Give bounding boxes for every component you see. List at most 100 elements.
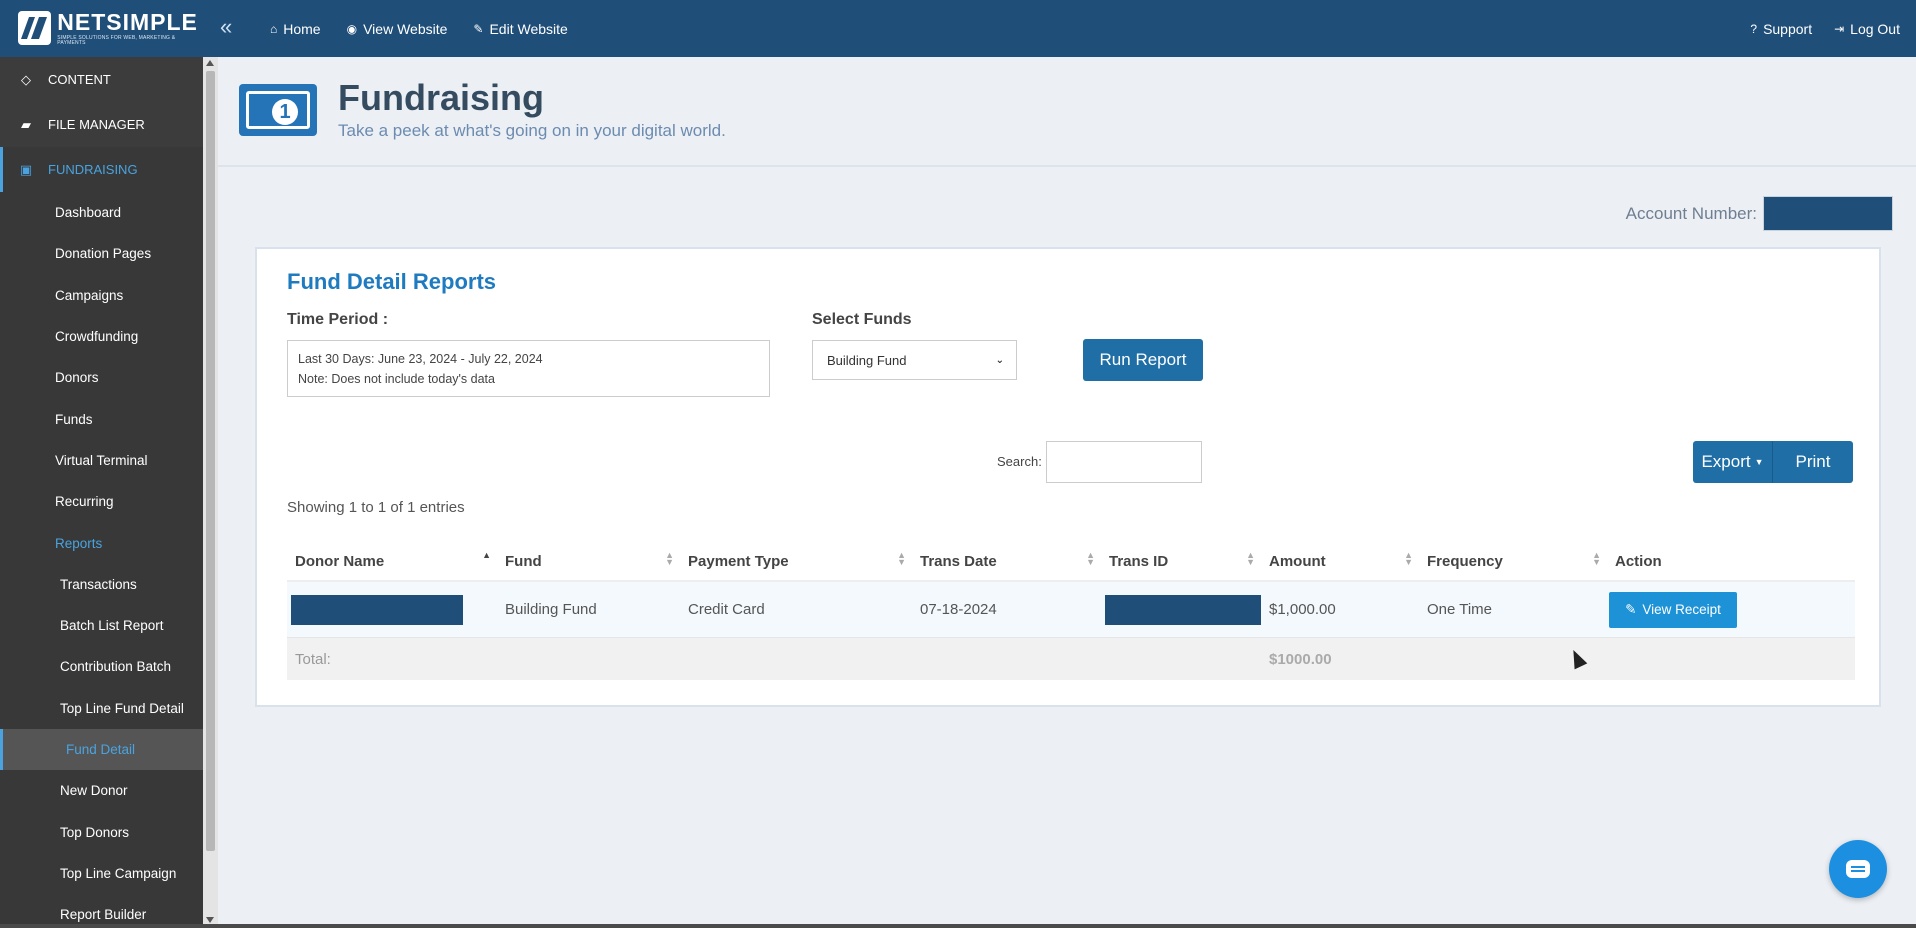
column-fund[interactable]: Fund ▲ ▼ — [497, 542, 680, 580]
money-icon: ▣ — [19, 161, 33, 177]
sidebar-item-reports[interactable]: Reports — [0, 522, 203, 563]
account-number-label: Account Number: — [1625, 203, 1757, 223]
sidebar-item-top-donors[interactable]: Top Donors — [0, 811, 203, 852]
chat-widget-button[interactable] — [1829, 840, 1887, 898]
sidebar-item-virtual-terminal[interactable]: Virtual Terminal — [0, 440, 203, 481]
brand-tagline: SIMPLE SOLUTIONS FOR WEB, MARKETING & PA… — [57, 34, 176, 46]
account-number-redacted — [1763, 196, 1893, 231]
edit-icon: ✎ — [473, 21, 484, 36]
time-period-label: Time Period : — [287, 311, 389, 328]
money-bill-icon: 1 — [239, 84, 317, 136]
chevron-down-icon: ⌄ — [995, 354, 1004, 366]
fund-detail-table: Donor Name ▲ Fund ▲ ▼ Payment Type ▲ ▼ Trans … — [287, 542, 1855, 680]
sidebar-item-campaigns[interactable]: Campaigns — [0, 275, 203, 316]
bottom-edge — [0, 924, 1916, 928]
brand-name: NETSIMPLE — [57, 8, 198, 35]
sidebar-item-top-line-fund-detail[interactable]: Top Line Fund Detail — [0, 688, 203, 729]
view-receipt-button[interactable]: ✎ View Receipt — [1609, 591, 1737, 628]
logo-mark — [18, 11, 52, 45]
donor-name-cell — [287, 594, 497, 625]
view-receipt-label: View Receipt — [1642, 602, 1721, 617]
support-link[interactable]: ? Support — [1750, 21, 1812, 37]
page-subtitle: Take a peek at what's going on in your d… — [338, 121, 726, 140]
payment-type-cell: Credit Card — [688, 601, 765, 618]
sort-asc-icon: ▲ — [482, 550, 491, 560]
total-amount: $1000.00 — [1269, 650, 1332, 668]
report-card: Fund Detail Reports Time Period : Last 3… — [255, 247, 1881, 707]
sidebar-scrollbar[interactable] — [203, 57, 218, 928]
account-number: Account Number: — [1626, 196, 1893, 231]
time-period-range: Last 30 Days: June 23, 2024 - July 22, 2… — [298, 352, 543, 366]
sidebar-section-file-manager[interactable]: ▰ FILE MANAGER — [0, 102, 203, 147]
sidebar-item-dashboard[interactable]: Dashboard — [0, 192, 203, 233]
search-label: Search: — [997, 454, 1042, 469]
table-header: Donor Name ▲ Fund ▲ ▼ Payment Type ▲ ▼ Trans … — [287, 542, 1855, 582]
scrollbar-thumb[interactable] — [206, 71, 215, 851]
page-header: 1 Fundraising Take a peek at what's goin… — [218, 57, 1916, 167]
scroll-down-arrow-icon[interactable] — [206, 917, 214, 923]
column-trans-date[interactable]: Trans Date ▲ ▼ — [912, 542, 1101, 580]
column-frequency[interactable]: Frequency ▲ ▼ — [1419, 542, 1607, 580]
sidebar-item-report-builder[interactable]: Report Builder — [0, 894, 203, 928]
run-report-button[interactable]: Run Report — [1083, 339, 1203, 381]
trans-id-cell — [1101, 594, 1261, 625]
sort-icon: ▲ ▼ — [897, 550, 906, 567]
table-row: Building Fund Credit Card 07-18-2024 $1,… — [287, 582, 1855, 638]
sidebar-section-content[interactable]: ◇ CONTENT — [0, 57, 203, 102]
nav-home-label: Home — [283, 20, 321, 37]
column-payment-type[interactable]: Payment Type ▲ ▼ — [680, 542, 912, 580]
total-label: Total: — [295, 650, 331, 668]
time-period-field[interactable]: Last 30 Days: June 23, 2024 - July 22, 2… — [287, 340, 770, 397]
column-amount[interactable]: Amount ▲ ▼ — [1261, 542, 1419, 580]
sidebar-item-funds[interactable]: Funds — [0, 398, 203, 439]
sidebar-item-donation-pages[interactable]: Donation Pages — [0, 233, 203, 274]
sidebar-item-recurring[interactable]: Recurring — [0, 481, 203, 522]
nav-view-website[interactable]: ◉ View Website — [347, 21, 448, 37]
chat-bubble-icon — [1846, 860, 1870, 878]
export-print-group: Export ▼ Print — [1693, 441, 1853, 483]
sidebar-item-contribution-batch[interactable]: Contribution Batch — [0, 646, 203, 687]
fund-select[interactable]: Building Fund ⌄ — [812, 340, 1017, 380]
netsimple-logo[interactable]: NETSIMPLE SIMPLE SOLUTIONS FOR WEB, MARK… — [18, 9, 202, 47]
diamond-icon: ◇ — [21, 71, 31, 87]
collapse-sidebar-icon[interactable]: « — [220, 14, 232, 40]
export-label: Export — [1701, 452, 1751, 471]
sidebar-item-new-donor[interactable]: New Donor — [0, 770, 203, 811]
question-circle-icon: ? — [1750, 21, 1758, 36]
sidebar-section-fundraising[interactable]: ▣ FUNDRAISING — [0, 147, 203, 192]
print-button[interactable]: Print — [1773, 441, 1853, 483]
entries-info: Showing 1 to 1 of 1 entries — [287, 499, 465, 516]
time-period-note: Note: Does not include today's data — [298, 372, 495, 386]
nav-edit-website[interactable]: ✎ Edit Website — [473, 21, 567, 37]
export-button[interactable]: Export ▼ — [1693, 441, 1773, 483]
fundraising-submenu: Dashboard Donation Pages Campaigns Crowd… — [0, 192, 203, 928]
sidebar-item-top-line-campaign[interactable]: Top Line Campaign — [0, 853, 203, 894]
sidebar-item-batch-list-report[interactable]: Batch List Report — [0, 605, 203, 646]
column-donor-name[interactable]: Donor Name ▲ — [287, 542, 497, 580]
sort-icon: ▲ ▼ — [1086, 550, 1095, 567]
nav-edit-website-label: Edit Website — [489, 20, 568, 37]
top-bar: NETSIMPLE SIMPLE SOLUTIONS FOR WEB, MARK… — [0, 0, 1916, 57]
frequency-cell: One Time — [1427, 601, 1493, 618]
trans-date-cell: 07-18-2024 — [920, 601, 997, 618]
main-content: 1 Fundraising Take a peek at what's goin… — [218, 57, 1916, 928]
fund-select-value: Building Fund — [827, 352, 907, 368]
sidebar-item-fund-detail[interactable]: Fund Detail — [0, 728, 203, 771]
report-title: Fund Detail Reports — [287, 269, 497, 294]
nav-home[interactable]: ⌂ Home — [270, 21, 321, 37]
top-right-nav: ? Support ⇥ Log Out — [1750, 0, 1900, 57]
sort-icon: ▲ ▼ — [1246, 550, 1255, 567]
sidebar: ◇ CONTENT ▰ FILE MANAGER ▣ FUNDRAISING D… — [0, 57, 203, 928]
support-label: Support — [1763, 20, 1813, 37]
sign-out-icon: ⇥ — [1834, 21, 1845, 36]
sidebar-item-donors[interactable]: Donors — [0, 357, 203, 398]
column-trans-id[interactable]: Trans ID ▲ ▼ — [1101, 542, 1261, 580]
sidebar-section-label: FUNDRAISING — [48, 162, 138, 177]
logout-link[interactable]: ⇥ Log Out — [1834, 21, 1900, 37]
scroll-up-arrow-icon[interactable] — [206, 60, 214, 66]
search-input[interactable] — [1046, 441, 1202, 483]
sidebar-item-crowdfunding[interactable]: Crowdfunding — [0, 316, 203, 357]
page-title: Fundraising — [338, 77, 544, 118]
sort-icon: ▲ ▼ — [1404, 550, 1413, 567]
sidebar-item-transactions[interactable]: Transactions — [0, 564, 203, 605]
